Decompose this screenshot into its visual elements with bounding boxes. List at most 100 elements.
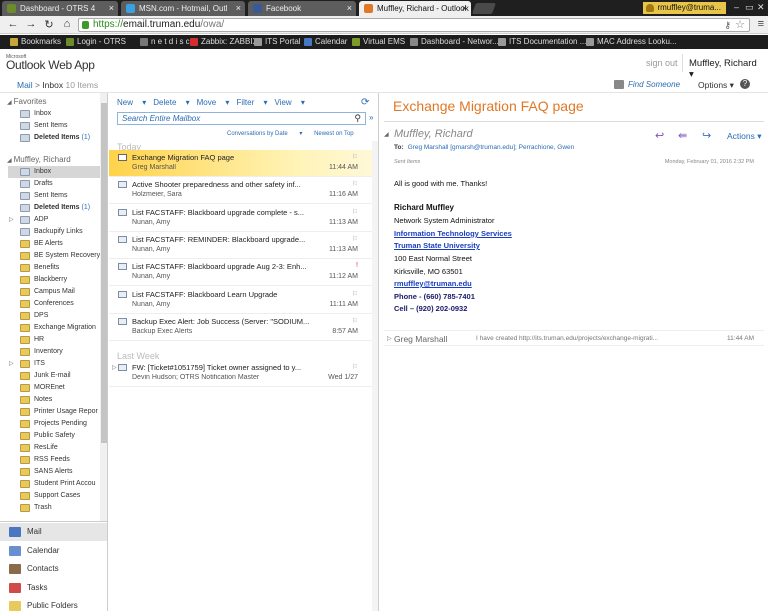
expand-triangle-icon[interactable]: ▷ [387, 335, 392, 342]
folder-item[interactable]: Campus Mail [8, 286, 100, 298]
flag-icon[interactable]: ⚐ [352, 363, 358, 371]
flag-icon[interactable]: ⚐ [352, 180, 358, 188]
folder-item[interactable]: Drafts [8, 178, 100, 190]
actions-menu-button[interactable]: Actions ▾ [727, 131, 762, 142]
folder-item[interactable]: Public Safety [8, 430, 100, 442]
toolbar-move-button[interactable]: Move ▾ [197, 98, 230, 107]
browser-profile-button[interactable]: rmuffley@truma... [643, 2, 726, 14]
folder-item[interactable]: Conferences [8, 298, 100, 310]
message-row[interactable]: List FACSTAFF: Blackboard upgrade comple… [109, 205, 372, 232]
message-row[interactable]: ▷ FW: [Ticket#1051759] Ticket owner assig… [109, 360, 372, 387]
close-tab-icon[interactable]: × [462, 3, 467, 13]
folder-item[interactable]: Trash [8, 502, 100, 514]
folder-item[interactable]: ResLife [8, 442, 100, 454]
browser-tab-4[interactable]: Muffley, Richard - Outlook × [359, 1, 471, 16]
bookmark-item[interactable]: Dashboard - Networ... [410, 37, 499, 46]
message-row[interactable]: Backup Exec Alert: Job Success (Server: … [109, 314, 372, 341]
expand-triangle-icon[interactable]: ▷ [112, 364, 117, 371]
close-window-icon[interactable]: ✕ [757, 2, 765, 13]
bookmark-item[interactable]: Calendar [304, 37, 347, 46]
folder-item[interactable]: Sent Items [8, 120, 100, 132]
close-tab-icon[interactable]: × [109, 3, 114, 13]
message-row[interactable]: List FACSTAFF: REMINDER: Blackboard upgr… [109, 232, 372, 259]
folder-item[interactable]: Blackberry [8, 274, 100, 286]
message-row[interactable]: Active Shooter preparedness and other sa… [109, 177, 372, 204]
signature-email-link[interactable]: rmuffley@truman.edu [394, 279, 472, 288]
maximize-icon[interactable]: ▭ [745, 2, 754, 13]
flag-icon[interactable]: ⚐ [352, 235, 358, 243]
folder-item[interactable]: Inbox [8, 108, 100, 120]
reload-icon[interactable]: ↻ [42, 18, 56, 31]
flag-icon[interactable]: ⚐ [352, 153, 358, 161]
checkbox-icon[interactable] [118, 154, 127, 161]
browser-tab-2[interactable]: MSN.com - Hotmail, Outl × [121, 1, 245, 16]
list-scrollbar[interactable] [372, 141, 378, 611]
message-row[interactable]: Exchange Migration FAQ page Greg Marshall… [109, 150, 372, 177]
options-button[interactable]: Options ▾ [698, 80, 734, 91]
folder-item[interactable]: Junk E-mail [8, 370, 100, 382]
bookmark-item[interactable]: Zabbix: ZABBIX [190, 37, 258, 46]
message-sender[interactable]: ◢ Muffley, Richard [384, 128, 473, 140]
message-row[interactable]: List FACSTAFF: Blackboard Learn Upgrade N… [109, 287, 372, 314]
nav-calendar[interactable]: Calendar [0, 542, 107, 560]
mailbox-header[interactable]: ◢ Muffley, Richard [7, 155, 71, 164]
forward-icon[interactable]: ↪ [702, 129, 711, 142]
recipients[interactable]: Greg Marshall [gmarsh@truman.edu]; Perra… [408, 144, 575, 151]
folder-item[interactable]: Inbox [8, 166, 100, 178]
folder-item[interactable]: BE Alerts [8, 238, 100, 250]
sign-out-link[interactable]: sign out [646, 58, 678, 68]
nav-tasks[interactable]: Tasks [0, 579, 107, 597]
key-icon[interactable]: ⚷ [724, 19, 731, 31]
toolbar-delete-button[interactable]: Delete ▾ [153, 98, 189, 107]
help-button[interactable]: ? [740, 79, 750, 89]
folder-item[interactable]: Projects Pending [8, 418, 100, 430]
sort-order-button[interactable]: Newest on Top [314, 131, 354, 137]
toolbar-view-button[interactable]: View ▾ [274, 98, 304, 107]
scrollbar-thumb[interactable] [101, 103, 107, 443]
folder-item[interactable]: MOREnet [8, 382, 100, 394]
browser-menu-icon[interactable]: ≡ [758, 18, 764, 30]
message-row[interactable]: List FACSTAFF: Blackboard upgrade Aug 2-… [109, 259, 372, 286]
folder-item[interactable]: ▷ ITS [8, 358, 100, 370]
folder-item[interactable]: Backupify Links [8, 226, 100, 238]
folder-item[interactable]: Deleted Items (1) [8, 132, 100, 144]
folder-item[interactable]: Inventory [8, 346, 100, 358]
back-arrow-icon[interactable]: ← [6, 18, 20, 30]
expand-triangle-icon[interactable]: ▷ [9, 214, 14, 226]
minimize-icon[interactable]: – [734, 2, 739, 12]
user-menu-button[interactable]: Muffley, Richard ▾ [682, 54, 768, 80]
close-tab-icon[interactable]: × [347, 3, 352, 13]
close-tab-icon[interactable]: × [236, 3, 241, 13]
sort-conversations-button[interactable]: Conversations by Date ▾ [227, 131, 302, 137]
folder-scrollbar[interactable] [100, 93, 107, 523]
nav-public-folders[interactable]: Public Folders [0, 597, 107, 611]
folder-item[interactable]: DPS [8, 310, 100, 322]
browser-tab-1[interactable]: Dashboard - OTRS 4 × [2, 1, 118, 16]
signature-university-link[interactable]: Truman State University [394, 241, 480, 250]
bookmark-item[interactable]: Virtual EMS [352, 37, 405, 46]
search-input[interactable]: Search Entire Mailbox ⚲ [117, 112, 366, 125]
folder-item[interactable]: Sent Items [8, 190, 100, 202]
folder-item[interactable]: SANS Alerts [8, 466, 100, 478]
bookmark-star-icon[interactable]: ☆ [735, 19, 745, 31]
browser-tab-3[interactable]: Facebook × [248, 1, 356, 16]
folder-item[interactable]: Printer Usage Repor [8, 406, 100, 418]
bookmark-item[interactable]: Login - OTRS [66, 37, 126, 46]
bookmark-item[interactable]: ITS Documentation ... [498, 37, 586, 46]
find-someone-button[interactable]: Find Someone [614, 80, 680, 89]
flag-icon[interactable]: ⚐ [352, 290, 358, 298]
toolbar-filter-button[interactable]: Filter ▾ [236, 98, 267, 107]
collapse-triangle-icon[interactable]: ◢ [384, 131, 389, 138]
folder-item[interactable]: Student Print Accou [8, 478, 100, 490]
folder-item[interactable]: Notes [8, 394, 100, 406]
flag-icon[interactable]: ⚐ [352, 317, 358, 325]
flag-icon[interactable]: ⚐ [352, 208, 358, 216]
nav-mail[interactable]: Mail [0, 523, 107, 541]
reply-icon[interactable]: ↩ [655, 129, 664, 142]
forward-arrow-icon[interactable]: → [24, 18, 38, 30]
nav-contacts[interactable]: Contacts [0, 560, 107, 578]
search-icon[interactable]: ⚲ [354, 113, 361, 124]
folder-item[interactable]: Benefits [8, 262, 100, 274]
new-tab-button[interactable] [471, 3, 497, 14]
expand-search-icon[interactable]: » [369, 113, 373, 122]
